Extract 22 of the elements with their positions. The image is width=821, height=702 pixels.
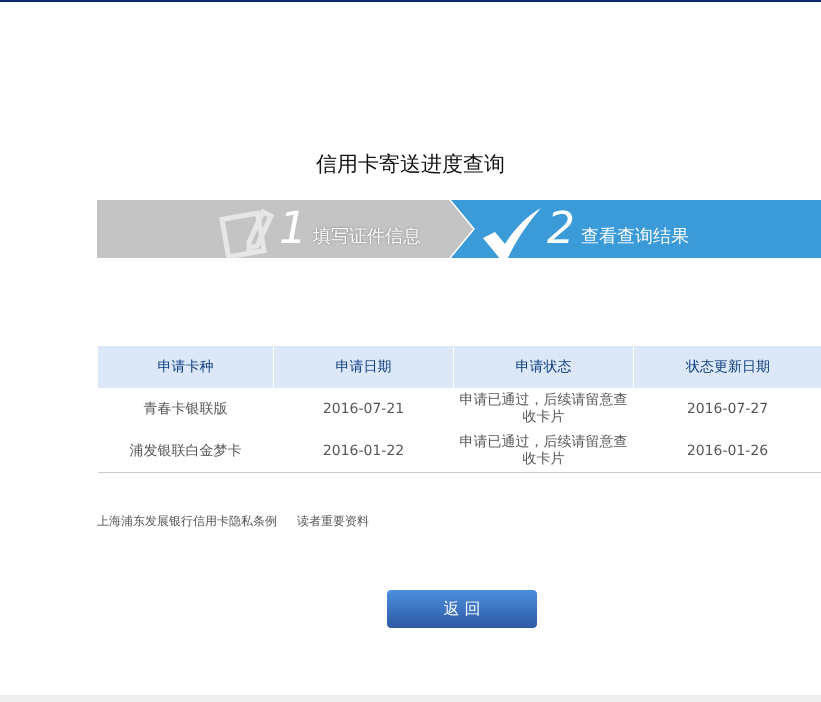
table-cell: 申请已通过，后续请留意查收卡片 [454, 388, 634, 430]
column-header: 申请状态 [454, 346, 634, 388]
table-cell: 2016-07-21 [274, 388, 454, 430]
back-button[interactable]: 返 回 [387, 590, 537, 628]
step-label: 填写证件信息 [313, 225, 421, 248]
table-cell: 青春卡银联版 [98, 388, 274, 430]
column-header: 申请日期 [274, 346, 454, 388]
table-cell: 浦发银联白金梦卡 [98, 430, 274, 472]
pencil-paper-icon [219, 206, 275, 258]
footer-link[interactable]: 读者重要资料 [297, 513, 369, 530]
table-cell: 申请已通过，后续请留意查收卡片 [454, 430, 634, 472]
table-cell: 2016-01-22 [274, 430, 454, 472]
footer-link[interactable]: 上海浦东发展银行信用卡隐私条例 [97, 513, 277, 530]
checkmark-icon [481, 208, 543, 260]
page-title: 信用卡寄送进度查询 [316, 151, 505, 178]
step-label: 查看查询结果 [581, 225, 689, 248]
column-header: 状态更新日期 [634, 346, 821, 388]
step-number: 2 [547, 207, 575, 251]
table-cell: 2016-01-26 [634, 430, 821, 472]
step-number: 1 [279, 207, 307, 251]
table-cell: 2016-07-27 [634, 388, 821, 430]
column-header: 申请卡种 [98, 346, 274, 388]
